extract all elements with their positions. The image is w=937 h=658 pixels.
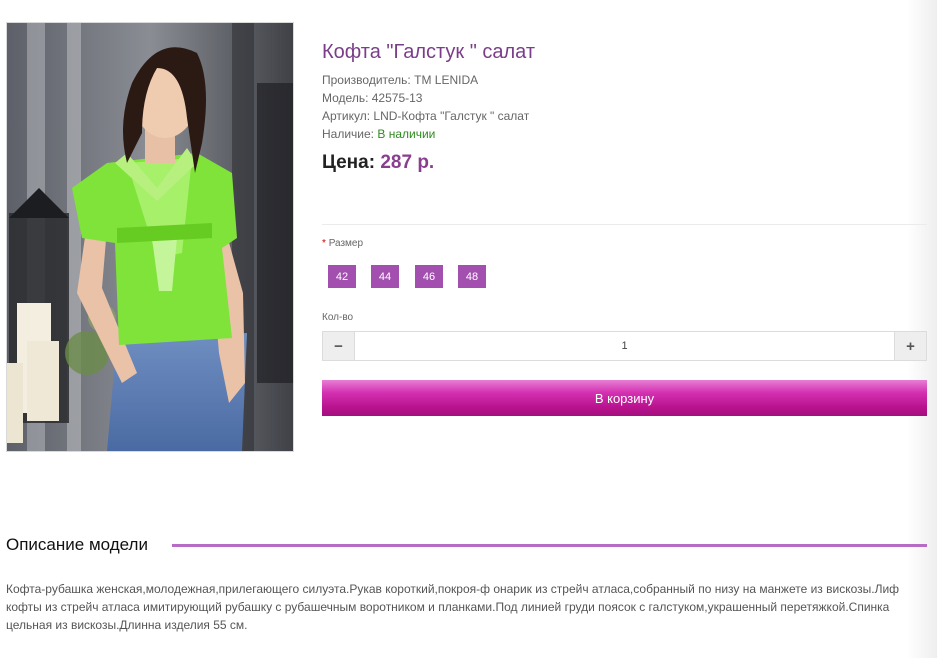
model-row: Модель: 42575-13 xyxy=(322,91,422,105)
product-title: Кофта "Галстук " салат xyxy=(322,41,535,63)
manufacturer-label: Производитель: xyxy=(322,73,411,87)
description-heading: Описание модели xyxy=(6,535,148,554)
model-label: Модель: xyxy=(322,91,369,105)
size-label-text: Размер xyxy=(328,238,364,249)
size-option-42[interactable]: 42 xyxy=(328,265,356,288)
manufacturer-value[interactable]: TM LENIDA xyxy=(414,73,478,87)
article-label: Артикул: xyxy=(322,109,371,123)
page-edge-shade xyxy=(907,0,937,658)
model-value: 42575-13 xyxy=(371,91,423,105)
quantity-label: Кол-во xyxy=(322,312,354,323)
article-row: Артикул: LND-Кофта "Галстук " салат xyxy=(322,109,529,123)
quantity-decrease-button[interactable]: − xyxy=(323,332,355,360)
price-row: Цена: 287 р. xyxy=(322,152,434,174)
size-option-48[interactable]: 48 xyxy=(458,265,486,288)
price-value: 287 р. xyxy=(380,152,435,173)
quantity-stepper: − + xyxy=(322,331,927,361)
availability-status: В наличии xyxy=(377,127,436,141)
options-divider xyxy=(322,224,927,225)
availability-row: Наличие: В наличии xyxy=(322,127,435,141)
price-label: Цена: xyxy=(322,152,376,173)
manufacturer-row: Производитель: TM LENIDA xyxy=(322,73,478,87)
add-to-cart-button[interactable]: В корзину xyxy=(322,380,927,416)
quantity-increase-button[interactable]: + xyxy=(894,332,926,360)
size-label: * Размер xyxy=(322,238,363,249)
product-photo-illustration xyxy=(7,23,293,451)
product-image[interactable] xyxy=(6,22,294,452)
description-text: Кофта-рубашка женская,молодежная,прилега… xyxy=(6,582,900,632)
description-heading-line xyxy=(172,544,927,547)
quantity-input[interactable] xyxy=(355,332,894,360)
required-mark: * xyxy=(322,238,326,249)
availability-label: Наличие: xyxy=(322,127,375,141)
size-option-44[interactable]: 44 xyxy=(371,265,399,288)
article-value: LND-Кофта "Галстук " салат xyxy=(373,109,530,123)
size-option-46[interactable]: 46 xyxy=(415,265,443,288)
